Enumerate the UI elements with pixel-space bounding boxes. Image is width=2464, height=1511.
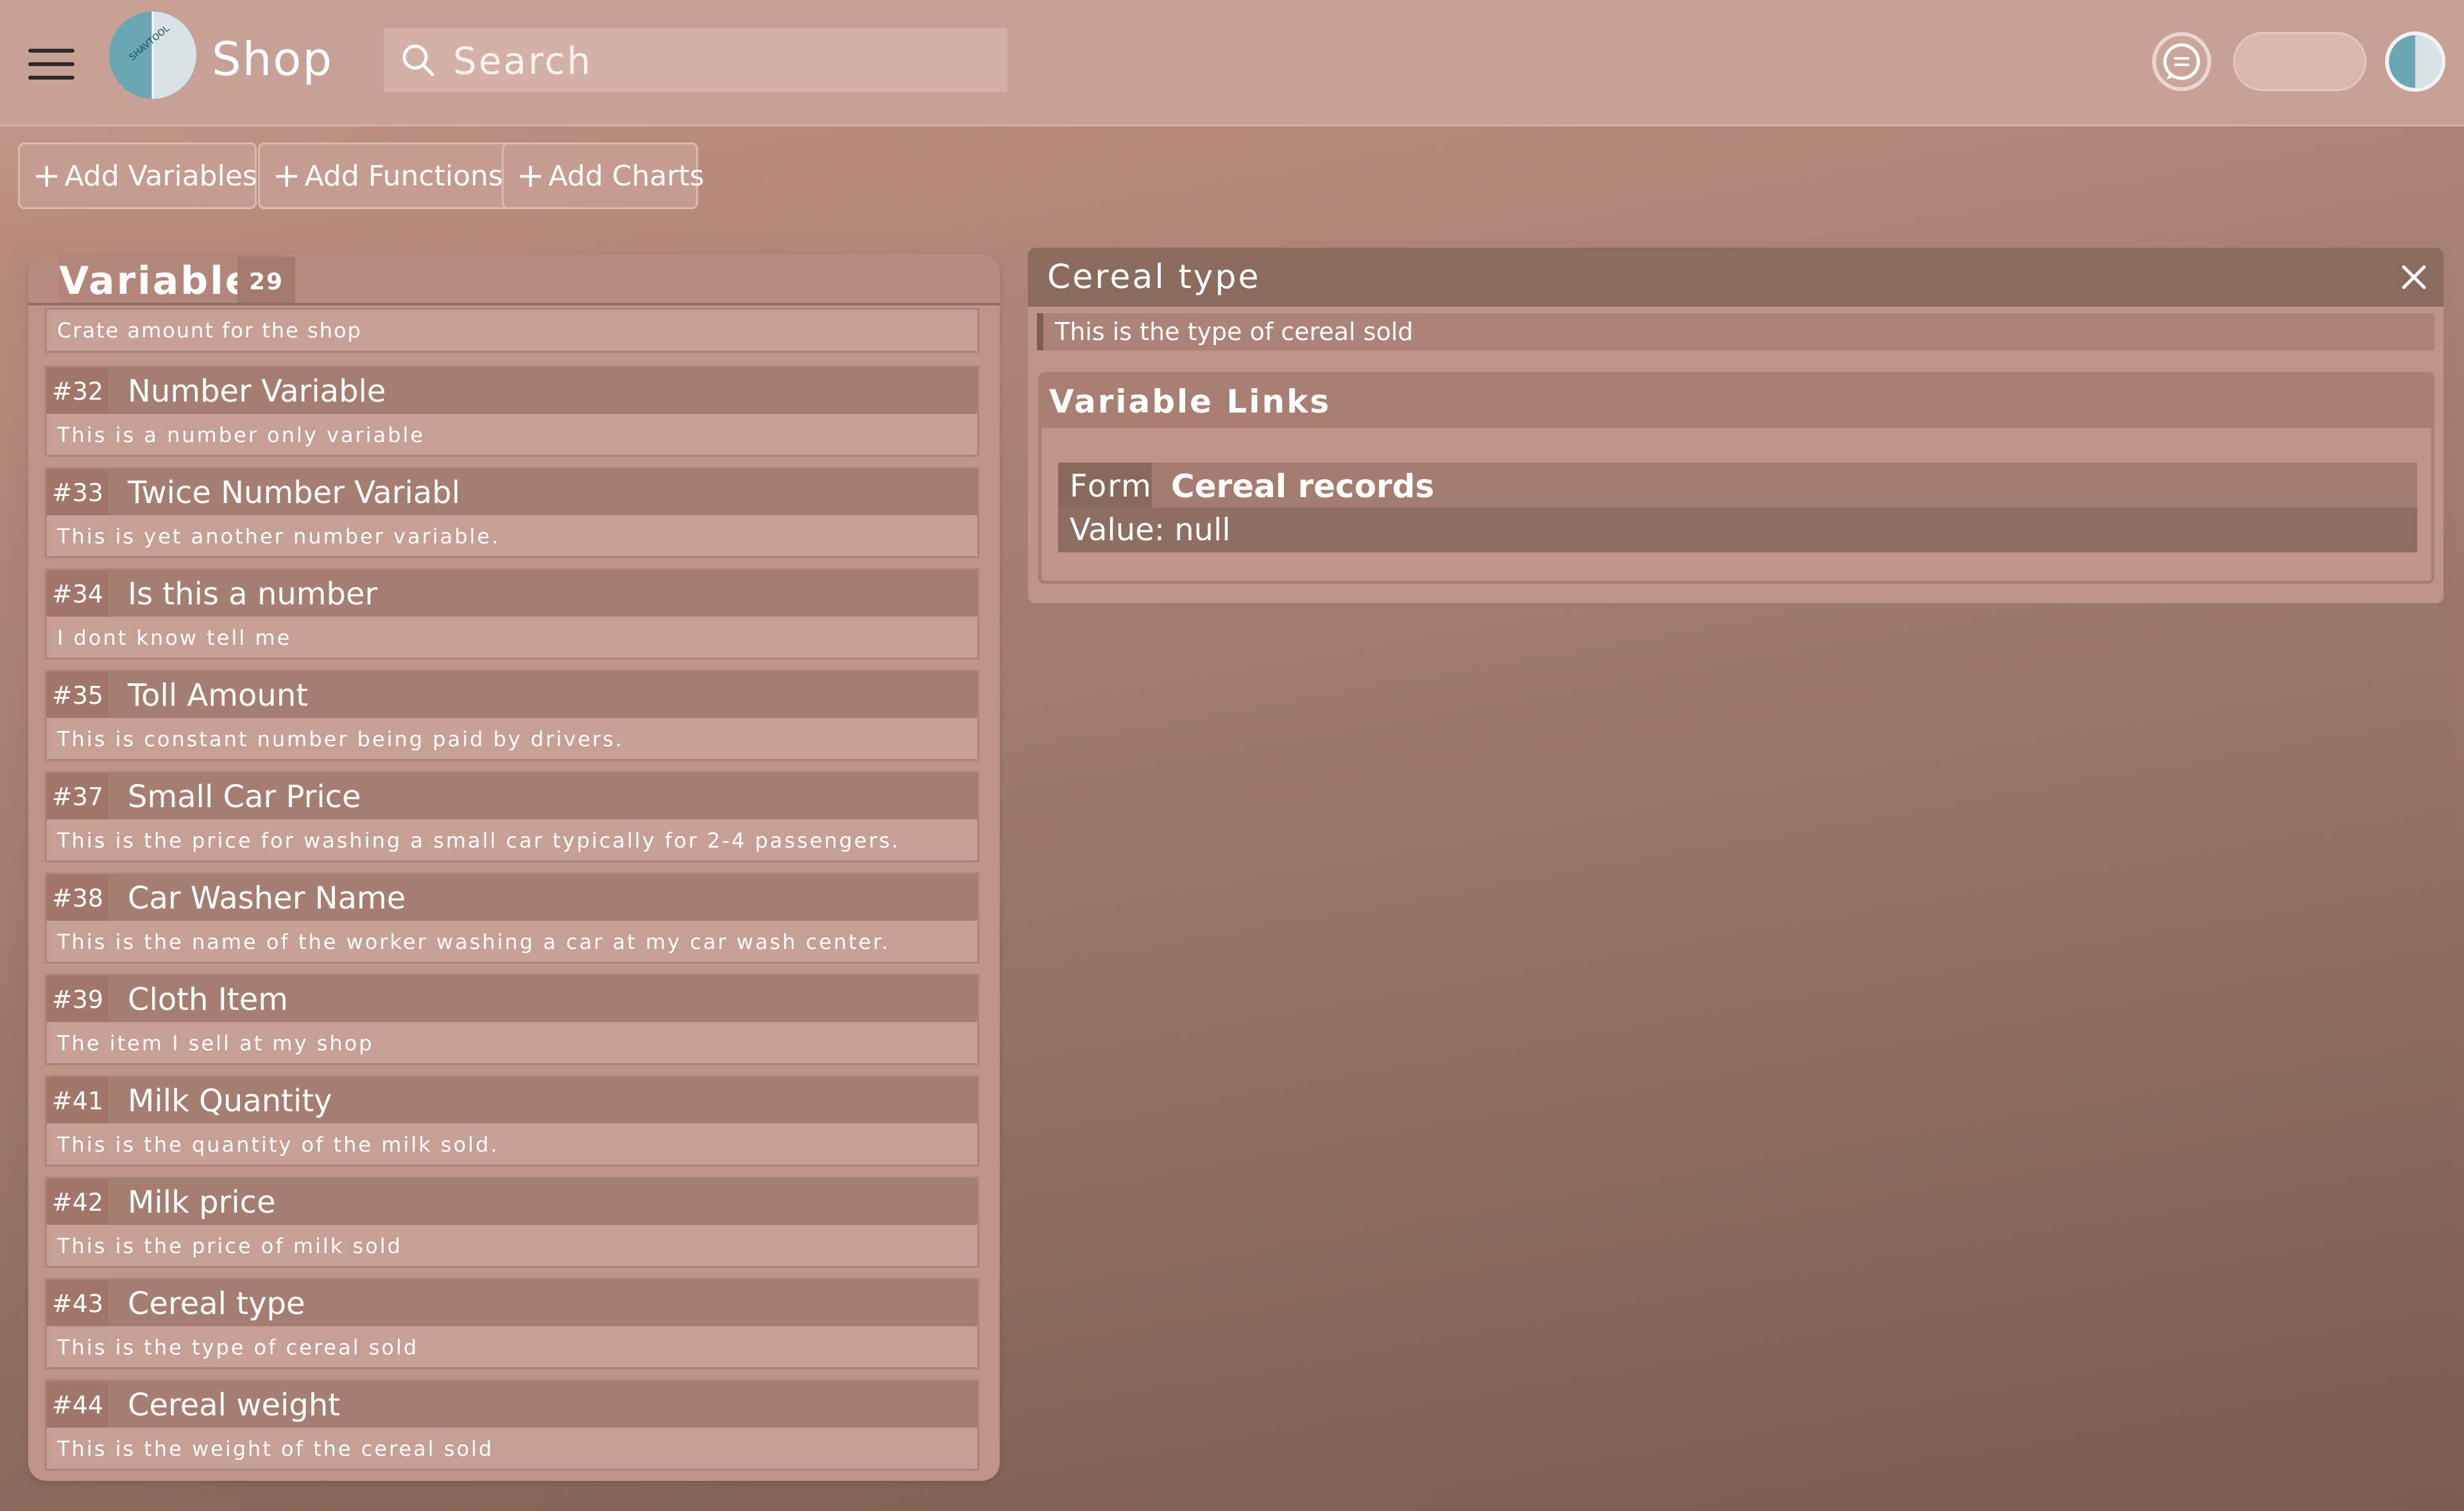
search-bar[interactable] [384, 28, 1007, 92]
variable-description: This is the price of milk sold [57, 1234, 402, 1258]
variable-name: Milk price [128, 1184, 276, 1220]
detail-header: Cereal type [1028, 248, 2443, 307]
shop-logo-icon[interactable]: SHAVTOOL [108, 10, 198, 100]
plus-icon: + [273, 157, 301, 195]
detail-description: This is the type of cereal sold [1037, 313, 2434, 350]
link-type: Form [1058, 463, 1152, 508]
add-variables-label: Add Variables [64, 159, 257, 192]
variable-name: Car Washer Name [128, 880, 406, 916]
variable-description: The item I sell at my shop [57, 1031, 374, 1055]
variable-links-title: Variable Links [1041, 375, 2431, 428]
variable-id: #32 [47, 368, 108, 414]
plus-icon: + [33, 157, 61, 195]
variable-id: #35 [47, 672, 108, 718]
variable-id: #37 [47, 773, 108, 819]
add-charts-button[interactable]: + Add Charts [502, 142, 705, 209]
variable-card[interactable]: #33 Twice Number Variabl This is yet ano… [45, 467, 979, 558]
variable-card[interactable]: #37 Small Car Price This is the price fo… [45, 771, 979, 862]
variable-name: Twice Number Variabl [128, 475, 461, 511]
variable-name: Is this a number [128, 576, 378, 612]
variable-id: #33 [47, 469, 108, 515]
variable-id: #41 [47, 1077, 108, 1123]
variable-description: This is constant number being paid by dr… [57, 727, 624, 751]
variable-name: Number Variable [128, 373, 386, 409]
link-name[interactable]: Cereal records [1152, 463, 2417, 508]
variable-detail-panel: Cereal type This is the type of cereal s… [1028, 248, 2443, 603]
close-icon[interactable] [2399, 262, 2429, 293]
variable-description: This is the price for washing a small ca… [57, 828, 900, 853]
chat-icon[interactable] [2151, 31, 2212, 92]
plus-icon: + [517, 157, 545, 195]
variable-name: Small Car Price [128, 779, 361, 815]
search-input[interactable] [452, 35, 980, 87]
variable-card[interactable]: #41 Milk Quantity This is the quantity o… [45, 1075, 979, 1166]
variable-links-box: Variable Links Form Cereal records Value… [1038, 372, 2434, 584]
link-value: Value: null [1070, 512, 1231, 548]
user-avatar-icon[interactable] [2384, 31, 2446, 92]
variable-card[interactable]: #35 Toll Amount This is constant number … [45, 670, 979, 761]
add-functions-button[interactable]: + Add Functions [258, 142, 511, 209]
detail-title: Cereal type [1047, 258, 1261, 296]
variable-name: Milk Quantity [128, 1083, 332, 1119]
toggle-pill-button[interactable] [2233, 32, 2366, 91]
app-name: Shop [212, 32, 334, 86]
variable-description: This is yet another number variable. [57, 524, 501, 549]
variable-name: Cereal weight [128, 1387, 341, 1423]
list-item-description[interactable]: Crate amount for the shop [45, 308, 979, 353]
variable-description: This is the weight of the cereal sold [57, 1437, 494, 1461]
variable-description: I dont know tell me [57, 626, 292, 650]
add-functions-label: Add Functions [304, 159, 503, 192]
variable-description: This is the name of the worker washing a… [57, 930, 890, 954]
variable-card[interactable]: #32 Number Variable This is a number onl… [45, 366, 979, 457]
variable-name: Toll Amount [128, 678, 309, 713]
search-icon [402, 44, 434, 76]
variable-description: This is the quantity of the milk sold. [57, 1132, 499, 1157]
variable-card[interactable]: #43 Cereal type This is the type of cere… [45, 1278, 979, 1369]
variable-card[interactable]: #39 Cloth Item The item I sell at my sho… [45, 974, 979, 1065]
variable-link-row[interactable]: Form Cereal records Value: null [1058, 463, 2417, 552]
variable-card[interactable]: #42 Milk price This is the price of milk… [45, 1177, 979, 1268]
variable-card[interactable]: #34 Is this a number I dont know tell me [45, 568, 979, 660]
variable-card[interactable]: #44 Cereal weight This is the weight of … [45, 1379, 979, 1471]
variable-id: #42 [47, 1179, 108, 1225]
variable-description: This is the type of cereal sold [57, 1335, 419, 1360]
variable-id: #39 [47, 976, 108, 1022]
variables-count-badge: 29 [237, 257, 296, 303]
add-variables-button[interactable]: + Add Variables [18, 142, 257, 209]
variable-name: Cereal type [128, 1286, 305, 1322]
add-charts-label: Add Charts [548, 159, 705, 192]
variable-id: #34 [47, 570, 108, 617]
variable-name: Cloth Item [128, 982, 288, 1018]
variables-header: Variables 29 [28, 254, 1000, 305]
variable-id: #43 [47, 1280, 108, 1326]
top-bar: SHAVTOOL Shop [0, 0, 2464, 126]
variables-panel: Variables 29 Crate amount for the shop #… [28, 254, 1000, 1481]
variable-id: #38 [47, 875, 108, 921]
variable-description: This is a number only variable [57, 423, 425, 447]
variable-card[interactable]: #38 Car Washer Name This is the name of … [45, 873, 979, 964]
hamburger-menu-icon[interactable] [28, 49, 74, 80]
variable-id: #44 [47, 1381, 108, 1428]
